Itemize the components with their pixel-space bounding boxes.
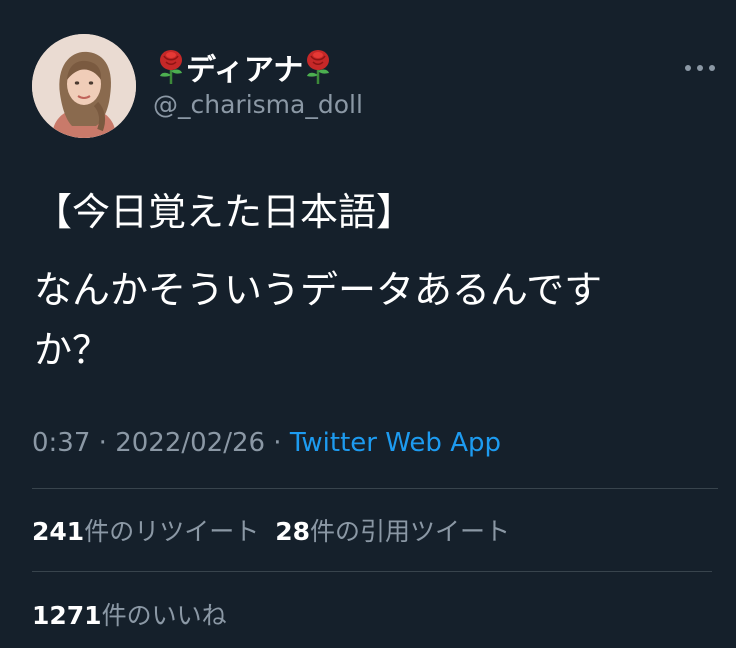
avatar[interactable] (32, 34, 136, 138)
tweet-meta: 0:37 · 2022/02/26 · Twitter Web App (32, 428, 501, 458)
retweets-count: 241 (32, 517, 85, 546)
rose-icon (156, 49, 186, 85)
divider (32, 571, 712, 572)
meta-separator: · (265, 428, 290, 458)
engagement-row: 241件のリツイート 28件の引用ツイート (32, 512, 510, 548)
tweet-source-link[interactable]: Twitter Web App (290, 428, 501, 458)
likes-stat[interactable]: 1271件のいいね (32, 596, 227, 632)
quotes-count: 28 (275, 517, 310, 546)
likes-row: 1271件のいいね (32, 596, 227, 632)
tweet-text-line: 【今日覚えた日本語】 (34, 190, 415, 234)
rose-icon (303, 49, 333, 85)
avatar-image (32, 34, 136, 138)
tweet-text-line: なんかそういうデータあるんです (34, 268, 603, 312)
divider (32, 488, 718, 489)
quotes-label: 件の引用ツイート (310, 517, 511, 546)
display-name[interactable]: ディアナ (156, 48, 333, 88)
quotes-stat[interactable]: 28件の引用ツイート (275, 512, 510, 548)
more-options-icon[interactable] (682, 58, 718, 78)
tweet-time[interactable]: 0:37 (32, 428, 90, 458)
tweet-text-line: か？ (34, 328, 111, 372)
user-handle[interactable]: @_charisma_doll (153, 90, 363, 119)
tweet-date[interactable]: 2022/02/26 (115, 428, 265, 458)
likes-count: 1271 (32, 601, 102, 630)
retweets-label: 件のリツイート (84, 517, 260, 546)
retweets-stat[interactable]: 241件のリツイート (32, 512, 259, 548)
meta-separator: · (90, 428, 116, 458)
likes-label: 件のいいね (101, 601, 227, 630)
display-name-text: ディアナ (186, 53, 304, 88)
